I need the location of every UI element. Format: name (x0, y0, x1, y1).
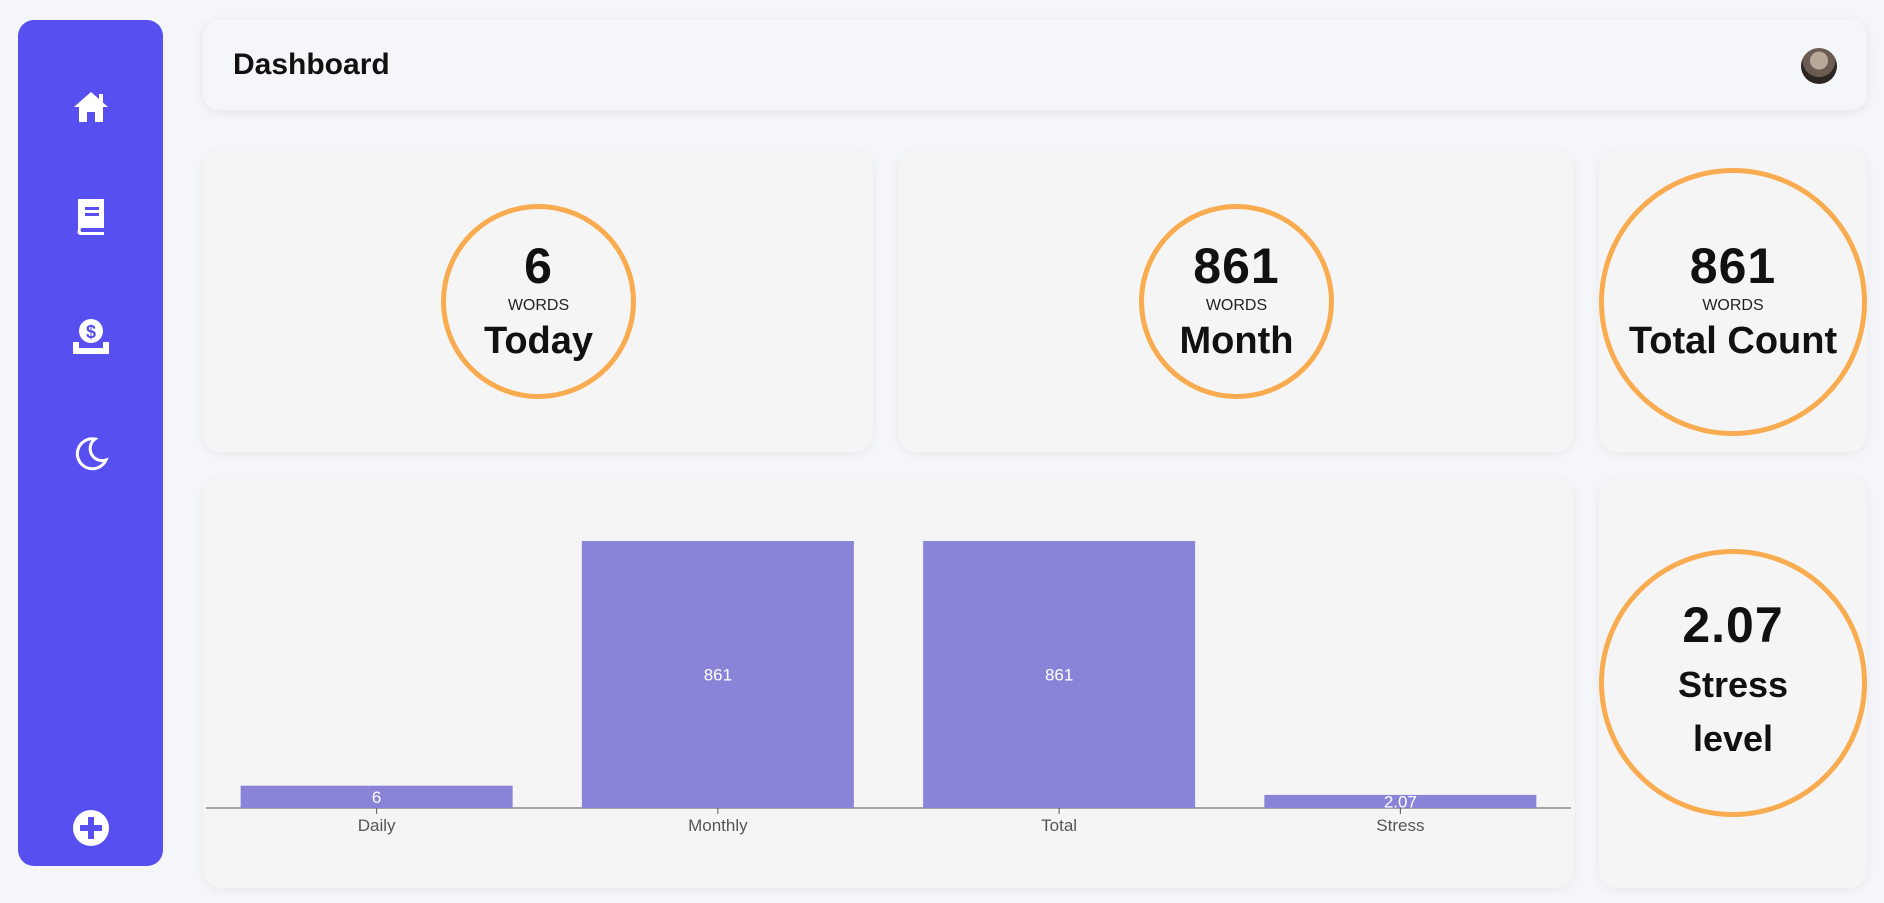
month-label: Month (1179, 319, 1294, 362)
money-icon[interactable]: $ (69, 314, 113, 358)
month-unit: WORDS (1205, 296, 1268, 314)
x-tick-label: Monthly (688, 816, 748, 835)
chart-card: 6 Daily 861 Monthly 861 Total 2.07 Stress (203, 478, 1574, 888)
month-value: 861 (1193, 237, 1280, 294)
sidebar: $ (18, 20, 163, 866)
total-label: Total Count (1628, 320, 1838, 363)
today-value: 6 (524, 237, 553, 294)
month-ring: 861 WORDS Month (1139, 204, 1334, 399)
stress-label-line1: Stress (1677, 664, 1789, 705)
home-icon[interactable] (69, 85, 113, 129)
month-card: 861 WORDS Month (898, 150, 1574, 452)
x-tick-label: Total (1041, 816, 1077, 835)
svg-text:$: $ (85, 322, 95, 342)
avatar[interactable] (1801, 48, 1837, 84)
stress-ring: 2.07 Stress level (1599, 549, 1867, 817)
x-tick-label: Stress (1376, 816, 1424, 835)
page-title: Dashboard (233, 48, 390, 81)
total-ring: 861 WORDS Total Count (1599, 168, 1867, 436)
moon-icon[interactable] (69, 432, 113, 476)
bar-chart: 6Daily861Monthly861Total2.07Stress (206, 541, 1571, 835)
total-unit: WORDS (1702, 297, 1764, 315)
bar-value-label: 6 (372, 788, 381, 807)
today-card: 6 WORDS Today (203, 150, 873, 452)
stress-label-line2: level (1692, 718, 1774, 759)
total-value: 861 (1689, 238, 1777, 295)
total-card: 861 WORDS Total Count (1599, 150, 1867, 452)
stress-value: 2.07 (1682, 597, 1784, 653)
header: Dashboard (203, 20, 1867, 110)
today-unit: WORDS (507, 296, 570, 314)
x-tick-label: Daily (358, 816, 396, 835)
book-icon[interactable] (69, 195, 113, 239)
today-label: Today (483, 319, 594, 362)
add-icon[interactable] (69, 806, 113, 850)
bar-value-label: 861 (704, 666, 732, 685)
today-ring: 6 WORDS Today (441, 204, 636, 399)
bar-value-label: 861 (1045, 666, 1073, 685)
stress-card: 2.07 Stress level (1599, 478, 1867, 888)
